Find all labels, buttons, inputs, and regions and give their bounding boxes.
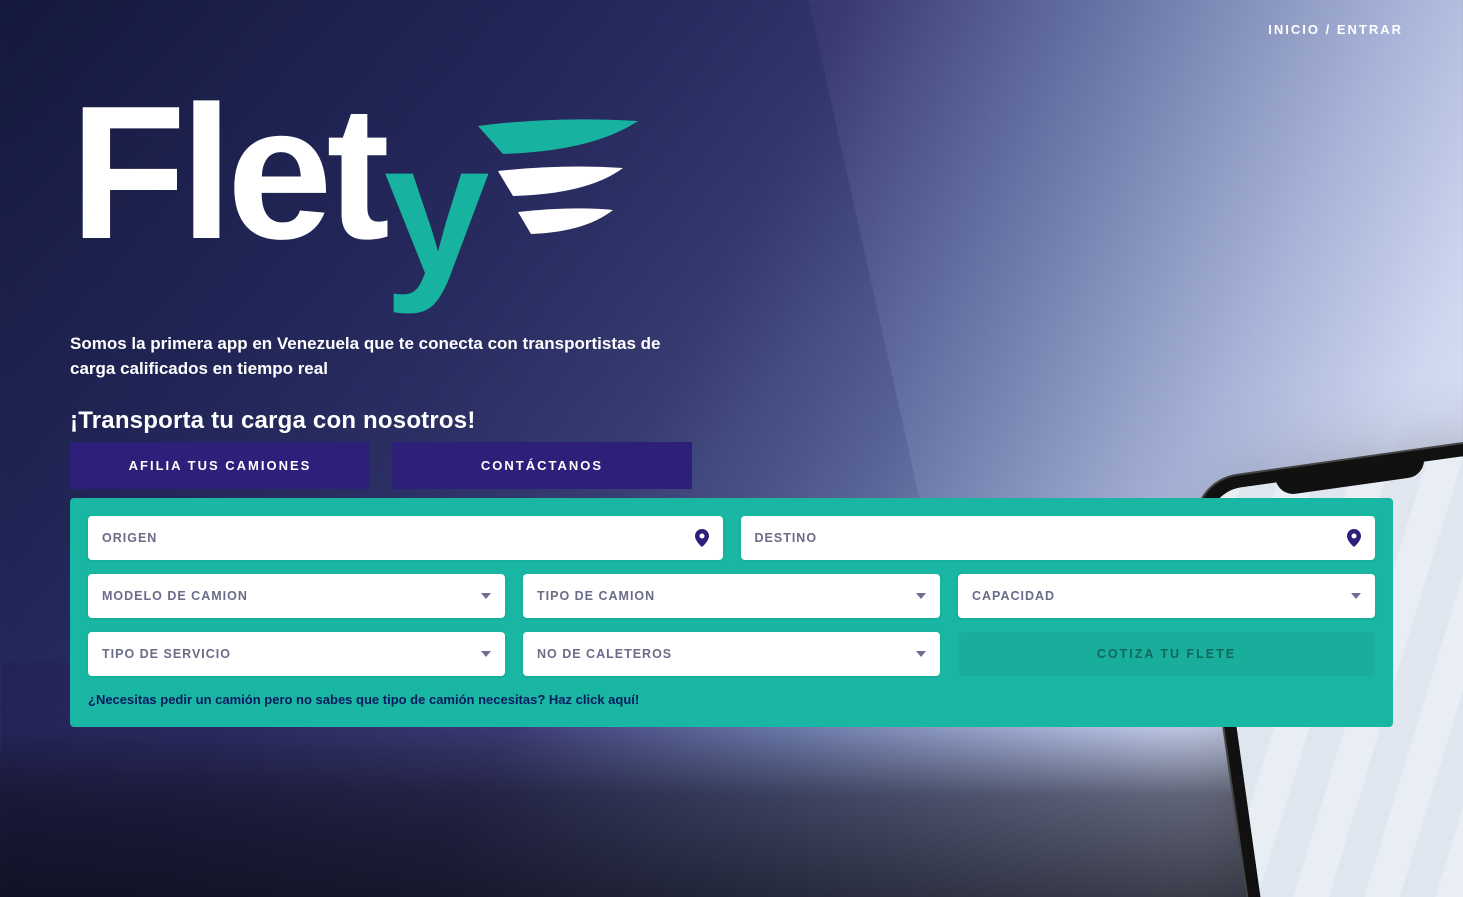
affiliate-trucks-button[interactable]: AFILIA TUS CAMIONES [70, 442, 370, 489]
nav-home[interactable]: INICIO [1268, 22, 1320, 37]
chevron-down-icon [481, 651, 491, 657]
quote-panel: ORIGEN DESTINO MODELO DE CAMION TIPO DE … [70, 498, 1393, 727]
cta-row: AFILIA TUS CAMIONES CONTÁCTANOS [70, 442, 692, 489]
top-nav: INICIO / ENTRAR [1268, 22, 1403, 37]
contact-us-button[interactable]: CONTÁCTANOS [392, 442, 692, 489]
truck-model-select[interactable]: MODELO DE CAMION [88, 574, 505, 618]
hero-copy: Somos la primera app en Venezuela que te… [70, 332, 660, 435]
logo-text-suffix: y [384, 124, 484, 295]
truck-type-placeholder: TIPO DE CAMION [537, 589, 655, 603]
caleteros-select[interactable]: NO DE CALETEROS [523, 632, 940, 676]
map-pin-icon [1347, 529, 1361, 547]
chevron-down-icon [1351, 593, 1361, 599]
destination-input[interactable]: DESTINO [741, 516, 1376, 560]
service-type-select[interactable]: TIPO DE SERVICIO [88, 632, 505, 676]
origin-input[interactable]: ORIGEN [88, 516, 723, 560]
nav-separator: / [1326, 22, 1332, 37]
service-type-placeholder: TIPO DE SERVICIO [102, 647, 231, 661]
wing-icon [473, 116, 643, 261]
headline: ¡Transporta tu carga con nosotros! [70, 407, 660, 435]
brand-logo: Flety [70, 88, 643, 308]
map-pin-icon [695, 529, 709, 547]
caleteros-placeholder: NO DE CALETEROS [537, 647, 672, 661]
destination-placeholder: DESTINO [755, 531, 818, 545]
origin-placeholder: ORIGEN [102, 531, 157, 545]
chevron-down-icon [916, 593, 926, 599]
chevron-down-icon [481, 593, 491, 599]
logo-text-prefix: Flet [70, 67, 384, 279]
help-which-truck-link[interactable]: ¿Necesitas pedir un camión pero no sabes… [88, 692, 639, 707]
tagline-line1: Somos la primera app en Venezuela que te… [70, 332, 660, 357]
truck-model-placeholder: MODELO DE CAMION [102, 589, 248, 603]
capacity-placeholder: CAPACIDAD [972, 589, 1055, 603]
tagline-line2: carga calificados en tiempo real [70, 357, 660, 382]
chevron-down-icon [916, 651, 926, 657]
capacity-select[interactable]: CAPACIDAD [958, 574, 1375, 618]
truck-type-select[interactable]: TIPO DE CAMION [523, 574, 940, 618]
nav-login[interactable]: ENTRAR [1337, 22, 1403, 37]
quote-button[interactable]: COTIZA TU FLETE [958, 632, 1375, 676]
